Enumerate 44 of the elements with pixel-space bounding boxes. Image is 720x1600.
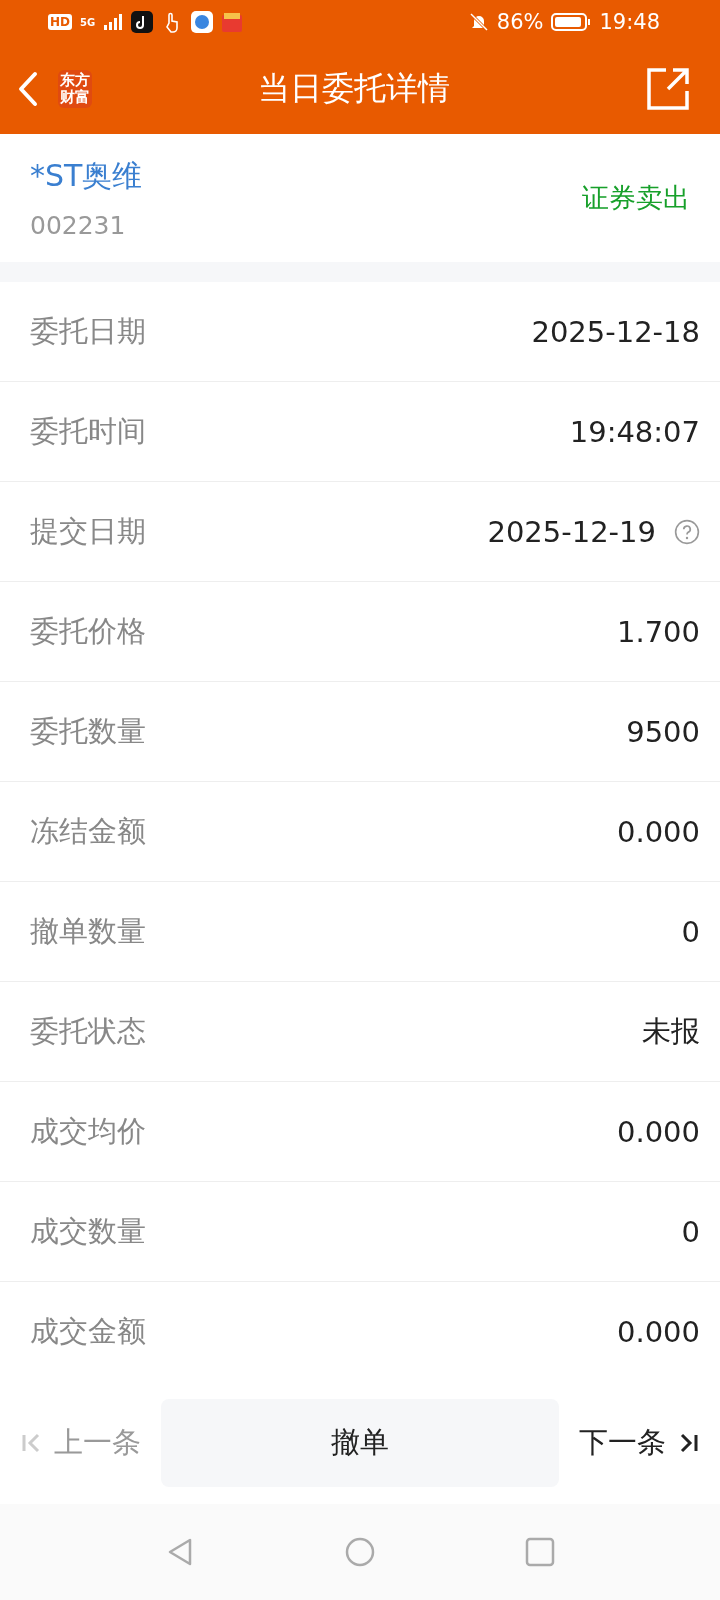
field-label: 撤单数量 bbox=[30, 912, 146, 950]
field-value: 未报 bbox=[642, 1012, 700, 1050]
field-value: 0.000 bbox=[616, 1315, 700, 1349]
field-label: 委托状态 bbox=[30, 1012, 146, 1050]
hd-icon: HD bbox=[48, 14, 72, 30]
field-label: 委托时间 bbox=[30, 412, 146, 450]
battery-icon bbox=[551, 12, 592, 32]
cancel-order-button[interactable]: 撤单 bbox=[161, 1399, 559, 1487]
home-nav-icon[interactable] bbox=[345, 1537, 375, 1567]
battery-percent: 86% bbox=[496, 10, 544, 34]
globe-icon bbox=[191, 11, 214, 33]
stock-name: *ST奥维 bbox=[30, 157, 143, 195]
field-value: 0 bbox=[681, 914, 700, 949]
field-value: 19:48:07 bbox=[569, 414, 700, 449]
field-label: 委托数量 bbox=[30, 712, 146, 750]
network-label: 5G bbox=[80, 16, 96, 28]
field-label: 成交均价 bbox=[30, 1112, 146, 1150]
status-time: 19:48 bbox=[599, 10, 660, 34]
field-value: 0.000 bbox=[616, 1114, 700, 1149]
app-logo: 东方 财富 bbox=[58, 70, 92, 108]
field-value: 2025-12-18 bbox=[531, 314, 700, 349]
field-label: 提交日期 bbox=[30, 512, 146, 550]
back-icon[interactable] bbox=[18, 71, 38, 107]
field-value: 9500 bbox=[626, 714, 700, 749]
field-label: 成交金额 bbox=[30, 1313, 146, 1350]
share-icon[interactable] bbox=[646, 67, 690, 111]
field-label: 委托价格 bbox=[30, 612, 146, 650]
field-value: 2025-12-19 bbox=[487, 514, 656, 549]
field-label: 委托日期 bbox=[30, 312, 146, 350]
muted-bell-icon bbox=[468, 12, 489, 32]
gift-icon bbox=[221, 11, 244, 33]
field-value: 1.700 bbox=[616, 614, 700, 649]
page-title: 当日委托详情 bbox=[258, 68, 450, 109]
music-app-icon bbox=[131, 11, 154, 33]
field-value: 0 bbox=[681, 1214, 700, 1249]
stock-code: 002231 bbox=[30, 211, 127, 240]
order-side: 证券卖出 bbox=[582, 181, 690, 215]
recents-nav-icon[interactable] bbox=[525, 1537, 555, 1567]
next-button[interactable]: 下一条 bbox=[579, 1423, 700, 1463]
field-value: 0.000 bbox=[616, 814, 700, 849]
field-label: 成交数量 bbox=[30, 1212, 146, 1250]
field-label: 冻结金额 bbox=[30, 812, 146, 850]
help-icon[interactable] bbox=[674, 518, 700, 545]
signal-icon bbox=[103, 14, 124, 30]
